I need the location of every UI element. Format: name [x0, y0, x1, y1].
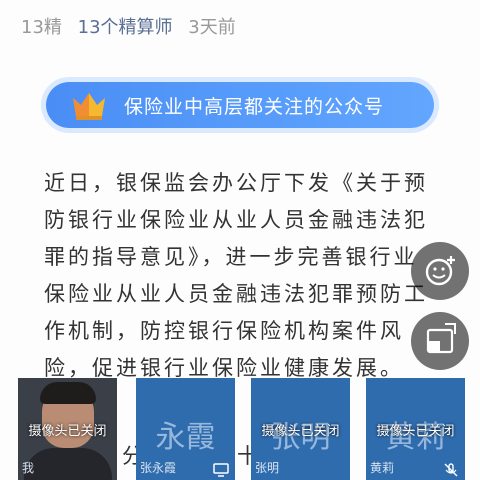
floating-window-icon: [426, 323, 456, 354]
video-tile[interactable]: 黄莉 摄像头已关闭 黄莉: [366, 378, 465, 480]
camera-off-label: 摄像头已关闭: [376, 424, 455, 439]
floating-window-button[interactable]: [411, 312, 469, 370]
banner-label: 保险业中高层都关注的公众号: [124, 96, 385, 118]
promo-banner[interactable]: 保险业中高层都关注的公众号: [46, 82, 434, 128]
participant-name: 黄莉: [370, 461, 395, 475]
camera-off-label: 摄像头已关闭: [28, 424, 107, 439]
video-tile-self[interactable]: 摄像头已关闭 我: [18, 378, 117, 480]
self-shirt: [24, 448, 112, 480]
video-tile[interactable]: 张明 摄像头已关闭 张明: [251, 378, 350, 480]
participant-initials: 永霞: [155, 420, 216, 455]
article-line: 防银行业保险业从业人员金融违法犯: [44, 208, 428, 232]
participant-name: 张明: [255, 461, 280, 475]
article-line: 保险业从业人员金融违法犯罪预防工: [44, 282, 428, 306]
article-line: 作机制，防控银行保险机构案件风: [44, 319, 404, 343]
crown-icon: [73, 93, 105, 120]
participant-name: 我: [22, 461, 35, 475]
camera-off-label: 摄像头已关闭: [261, 424, 340, 439]
emoji-icon: [425, 256, 455, 286]
participant-name: 张永霞: [140, 461, 177, 475]
meta-time: 3天前: [188, 17, 236, 38]
author-link[interactable]: 13个精算师: [78, 17, 173, 38]
meta-count: 13精: [21, 17, 62, 38]
video-tile[interactable]: 永霞 张永霞: [136, 378, 235, 480]
self-hair: [40, 382, 96, 404]
article-line: 罪的指导意见》，进一步完善银行业: [44, 245, 418, 269]
screen-share-icon: [213, 463, 229, 477]
emoji-button[interactable]: [411, 242, 469, 300]
mic-muted-icon: [444, 463, 458, 477]
video-strip: 摄像头已关闭 我 永霞 张永霞 张明 摄像头已关闭 张明 黄莉 摄像头已关闭 黄…: [18, 378, 470, 480]
article-body: 近日，银保监会办公厅下发《关于预 防银行业保险业从业人员金融违法犯 罪的指导意见…: [44, 165, 444, 387]
article-line: 近日，银保监会办公厅下发《关于预: [44, 171, 428, 195]
article-meta: 13精 13个精算师 3天前: [21, 13, 236, 39]
